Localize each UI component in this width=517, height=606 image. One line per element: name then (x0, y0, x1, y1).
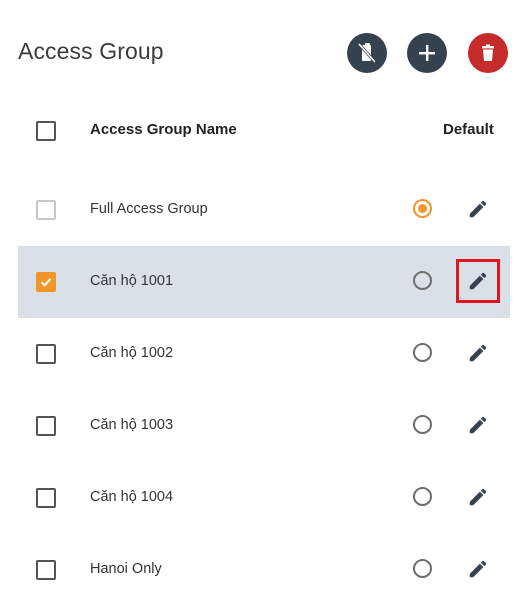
no-link-icon (357, 43, 377, 63)
delete-button[interactable] (468, 33, 508, 73)
column-header-default: Default (443, 121, 494, 138)
row-checkbox (36, 200, 56, 220)
default-radio[interactable] (413, 199, 432, 218)
plus-icon (419, 45, 435, 61)
table-row[interactable]: Căn hộ 1001 (18, 246, 510, 318)
row-checkbox[interactable] (36, 272, 56, 292)
page-header: Access Group (0, 0, 517, 100)
row-name: Căn hộ 1003 (90, 417, 174, 433)
pencil-icon (469, 344, 487, 362)
table-header: Access Group Name Default (0, 100, 517, 160)
unlink-button[interactable] (347, 33, 387, 73)
edit-button[interactable] (459, 334, 497, 372)
table-row[interactable]: Căn hộ 1003 (18, 390, 510, 462)
row-checkbox[interactable] (36, 416, 56, 436)
default-radio[interactable] (413, 559, 432, 578)
row-checkbox[interactable] (36, 344, 56, 364)
row-name: Full Access Group (90, 201, 208, 217)
pencil-icon (469, 488, 487, 506)
pencil-icon (469, 560, 487, 578)
edit-button[interactable] (456, 259, 500, 303)
table-row[interactable]: Full Access Group (18, 174, 510, 246)
row-name: Căn hộ 1001 (90, 273, 174, 289)
edit-button[interactable] (459, 406, 497, 444)
select-all-checkbox[interactable] (36, 121, 56, 141)
page-title: Access Group (18, 38, 164, 64)
add-button[interactable] (407, 33, 447, 73)
edit-button[interactable] (459, 478, 497, 516)
check-icon (40, 278, 52, 287)
default-radio[interactable] (413, 271, 432, 290)
column-header-name: Access Group Name (90, 121, 237, 138)
row-name: Hanoi Only (90, 561, 162, 577)
row-name: Căn hộ 1002 (90, 345, 174, 361)
edit-button[interactable] (459, 190, 497, 228)
table-row[interactable]: Hanoi Only (18, 534, 510, 606)
trash-icon (482, 44, 494, 61)
default-radio[interactable] (413, 415, 432, 434)
row-name: Căn hộ 1004 (90, 489, 174, 505)
table-row[interactable]: Căn hộ 1004 (18, 462, 510, 534)
default-radio[interactable] (413, 343, 432, 362)
pencil-icon (469, 272, 487, 290)
edit-button[interactable] (459, 550, 497, 588)
pencil-icon (469, 416, 487, 434)
pencil-icon (469, 200, 487, 218)
default-radio[interactable] (413, 487, 432, 506)
row-checkbox[interactable] (36, 488, 56, 508)
row-checkbox[interactable] (36, 560, 56, 580)
table-row[interactable]: Căn hộ 1002 (18, 318, 510, 390)
